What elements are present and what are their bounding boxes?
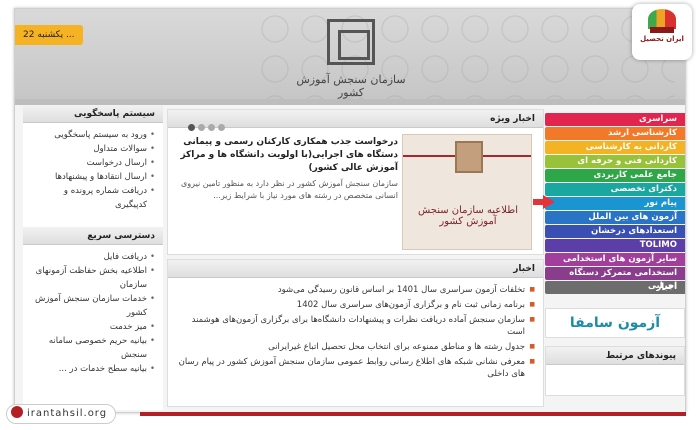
- response-system-title: سیستم پاسخگویی: [23, 105, 163, 123]
- list-item[interactable]: خدمات سازمان سنجش آموزش کشور: [31, 292, 155, 320]
- book-logo-icon: [644, 9, 680, 35]
- exam-menu-item[interactable]: کاردانی به کارشناسی: [545, 141, 685, 154]
- list-item[interactable]: بیانیه سطح خدمات در ...: [31, 362, 155, 376]
- exam-menu-item[interactable]: سراسری: [545, 113, 685, 126]
- exam-menu-item[interactable]: استعدادهای درخشان: [545, 225, 685, 238]
- main-content: اخبار ویژه درخواست جذب همکاری کارکنان رس…: [167, 105, 544, 410]
- slider-dot[interactable]: [198, 124, 205, 131]
- site-url: irantahsil.org: [27, 408, 108, 419]
- exam-menu: سراسری کارشناسی ارشد کاردانی به کارشناسی کا…: [545, 113, 685, 294]
- news-box: اخبار تخلفات آزمون سراسری سال 1401 بر اس…: [167, 259, 544, 407]
- news-item[interactable]: جدول رشته ها و مناطق ممنوعه برای انتخاب …: [176, 341, 535, 353]
- featured-body: سازمان سنجش آموزش کشور در نظر دارد به من…: [181, 179, 398, 200]
- list-item[interactable]: دریافت فایل: [31, 250, 155, 264]
- featured-headline[interactable]: درخواست جذب همکاری کارکنان رسمی و پیمانی…: [174, 136, 398, 175]
- slider-dot[interactable]: [188, 124, 195, 131]
- site-header: یکشنبه 22 ... سازمان سنجش آموزش کشور: [15, 9, 685, 99]
- slider-dot[interactable]: [208, 124, 215, 131]
- news-item[interactable]: معرفی نشانی شبکه های اطلاع رسانی روابط ع…: [176, 356, 535, 380]
- brand-name: ایران تحصیل: [640, 35, 684, 43]
- seal-icon: [455, 141, 483, 173]
- news-item[interactable]: تخلفات آزمون سراسری سال 1401 بر اساس قان…: [176, 284, 535, 296]
- response-system-list: ورود به سیستم پاسخگویی سوالات متداول ارس…: [23, 123, 163, 217]
- date-badge: یکشنبه 22 ...: [15, 25, 83, 45]
- quick-access-list: دریافت فایل اطلاعیه بخش حفاظت آزمونهای س…: [23, 245, 163, 381]
- featured-image-caption: اطلاعیه سازمان سنجش آموزش کشور: [417, 205, 518, 227]
- bottom-strip: [140, 412, 686, 416]
- sanjesh-logo-icon[interactable]: [327, 19, 375, 65]
- exam-menu-item[interactable]: استخدامی متمرکز دستگاه اجرایی: [545, 267, 685, 291]
- red-arrow-icon: [533, 195, 555, 209]
- related-links-title: پیوندهای مرتبط: [546, 347, 684, 365]
- featured-news-box: اخبار ویژه درخواست جذب همکاری کارکنان رس…: [167, 109, 544, 255]
- slider-dot[interactable]: [218, 124, 225, 131]
- list-item[interactable]: میز خدمت: [31, 320, 155, 334]
- news-item[interactable]: برنامه زمانی ثبت نام و برگزاری آزمون‌های…: [176, 299, 535, 311]
- sanfa-exam-banner[interactable]: آزمون سامفا: [545, 308, 685, 338]
- exam-menu-item[interactable]: TOLIMO: [545, 239, 685, 252]
- list-item[interactable]: ورود به سیستم پاسخگویی: [31, 128, 155, 142]
- left-sidebar: سیستم پاسخگویی ورود به سیستم پاسخگویی سو…: [23, 105, 163, 410]
- globe-icon: [11, 406, 23, 418]
- featured-image[interactable]: اطلاعیه سازمان سنجش آموزش کشور: [402, 134, 532, 250]
- exam-menu-item[interactable]: اخبار: [545, 281, 685, 294]
- slider-dots[interactable]: [188, 116, 228, 135]
- exam-menu-item[interactable]: پیام نور: [545, 197, 685, 210]
- right-sidebar: سراسری کارشناسی ارشد کاردانی به کارشناسی کا…: [545, 105, 685, 410]
- exam-menu-item[interactable]: آزمون های بین الملل: [545, 211, 685, 224]
- list-item[interactable]: ارسال انتقادها و پیشنهادها: [31, 170, 155, 184]
- news-item[interactable]: سازمان سنجش آماده دریافت نظرات و پیشنهاد…: [176, 314, 535, 338]
- quick-access-title: دسترسی سریع: [23, 227, 163, 245]
- list-item[interactable]: اطلاعیه بخش حفاظت آزمونهای سازمان: [31, 264, 155, 292]
- exam-menu-item[interactable]: سایر آزمون های استخدامی: [545, 253, 685, 266]
- exam-menu-item[interactable]: کارشناسی ارشد: [545, 127, 685, 140]
- news-list: تخلفات آزمون سراسری سال 1401 بر اساس قان…: [168, 278, 543, 380]
- list-item[interactable]: دریافت شماره پرونده و کدپیگیری: [31, 184, 155, 212]
- browser-frame: یکشنبه 22 ... سازمان سنجش آموزش کشور سیس…: [14, 8, 686, 413]
- list-item[interactable]: سوالات متداول: [31, 142, 155, 156]
- exam-menu-item[interactable]: دکترای تخصصی: [545, 183, 685, 196]
- site-logo-text[interactable]: سازمان سنجش آموزش کشور: [291, 73, 411, 99]
- list-item[interactable]: بیانیه حریم خصوصی سامانه سنجش: [31, 334, 155, 362]
- news-title: اخبار: [168, 260, 543, 278]
- site-url-badge: irantahsil.org: [6, 404, 117, 424]
- exam-menu-item[interactable]: جامع علمی کاربردی: [545, 169, 685, 182]
- related-links-box: پیوندهای مرتبط: [545, 346, 685, 396]
- irantahsil-brand-badge: ایران تحصیل: [632, 4, 692, 60]
- exam-menu-item[interactable]: کاردانی فنی و حرفه ای: [545, 155, 685, 168]
- list-item[interactable]: ارسال درخواست: [31, 156, 155, 170]
